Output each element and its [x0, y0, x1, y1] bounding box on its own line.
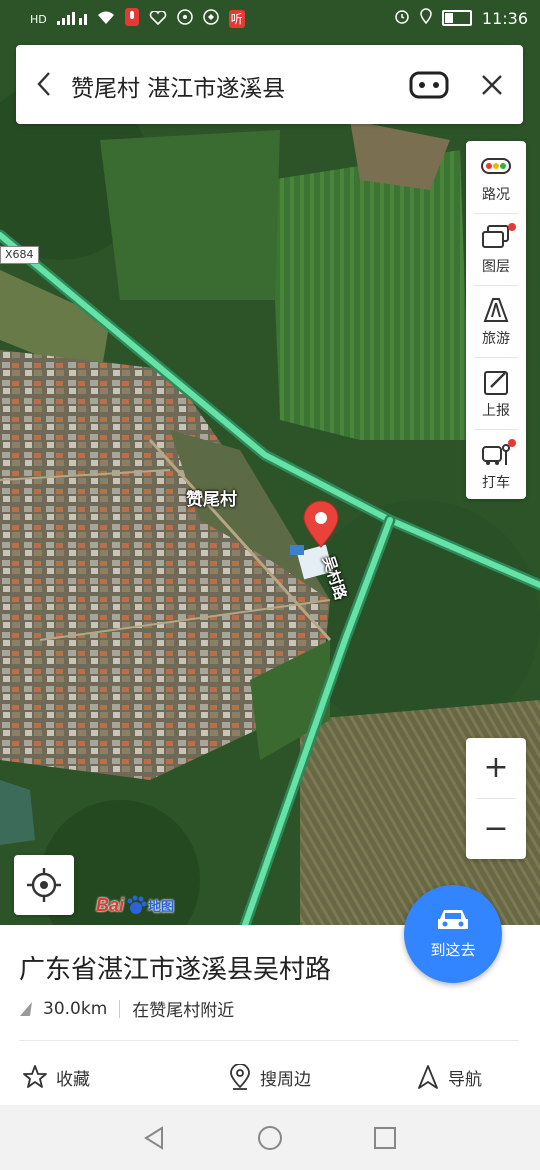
listen-app-badge: 听	[228, 10, 245, 28]
back-button[interactable]	[30, 67, 60, 101]
map-toolbar: 路况 图层 旅游 上报 打车	[466, 141, 526, 499]
layers-label: 图层	[482, 259, 510, 275]
clock: 11:36	[481, 8, 528, 28]
map-view[interactable]	[0, 0, 540, 925]
search-bar[interactable]: 赞尾村 湛江市遂溪县	[16, 45, 523, 124]
close-icon	[482, 75, 502, 95]
report-button[interactable]: 上报	[466, 357, 526, 429]
my-location-button[interactable]	[14, 855, 74, 915]
zoom-in-button[interactable]: +	[466, 738, 526, 798]
logo-text: Bai	[96, 894, 125, 915]
travel-icon	[483, 298, 509, 322]
chevron-left-icon	[37, 72, 50, 96]
layers-button[interactable]: 图层	[466, 213, 526, 285]
place-address: 广东省湛江市遂溪县吴村路	[19, 955, 332, 985]
road-shield-label: X684	[0, 246, 39, 264]
voice-assistant-button[interactable]	[409, 69, 449, 101]
traffic-button[interactable]: 路况	[466, 141, 526, 213]
location-status-icon	[420, 8, 432, 28]
status-bar: HD 听 11:36	[0, 0, 540, 36]
taxi-notification-dot	[508, 439, 516, 447]
taxi-button[interactable]: 打车	[466, 429, 526, 501]
place-meta: 30.0km 在赞尾村附近	[19, 996, 234, 1021]
favorite-button[interactable]: 收藏	[22, 1062, 90, 1092]
network-label: HD	[30, 12, 47, 26]
recents-square-icon[interactable]	[372, 1125, 398, 1151]
system-nav-bar	[0, 1105, 540, 1170]
location-pin-icon[interactable]	[302, 500, 340, 548]
zoom-control: + −	[466, 738, 526, 859]
report-icon	[484, 371, 508, 395]
village-label: 赞尾村	[186, 490, 237, 510]
search-nearby-label: 搜周边	[260, 1069, 311, 1090]
battery-icon	[441, 10, 472, 26]
heart-rate-icon	[149, 9, 167, 29]
close-button[interactable]	[476, 69, 508, 101]
crosshair-icon	[27, 868, 61, 902]
travel-label: 旅游	[482, 331, 510, 347]
nearby-text: 在赞尾村附近	[132, 1001, 235, 1021]
traffic-label: 路况	[482, 187, 510, 203]
favorite-label: 收藏	[56, 1069, 90, 1090]
layers-icon	[482, 225, 509, 248]
traffic-light-icon	[481, 158, 511, 174]
go-here-button[interactable]: 到这去	[404, 885, 502, 983]
compass-icon	[177, 9, 193, 29]
search-nearby-button[interactable]: 搜周边	[228, 1062, 311, 1092]
car-icon	[438, 910, 468, 929]
report-label: 上报	[482, 403, 510, 419]
baidu-map-logo: Bai 地图	[96, 892, 174, 918]
home-circle-icon[interactable]	[257, 1125, 283, 1151]
distance-text: 30.0km	[43, 998, 108, 1019]
map-pin-icon	[230, 1064, 250, 1090]
zoom-out-button[interactable]: −	[466, 799, 526, 859]
star-icon	[23, 1065, 47, 1088]
navigate-button[interactable]: 导航	[416, 1062, 482, 1092]
signal-icon	[56, 10, 87, 29]
taxi-icon	[482, 444, 510, 465]
direction-arrow-icon	[20, 1001, 32, 1016]
microphone-icon	[124, 8, 139, 30]
search-query-text[interactable]: 赞尾村 湛江市遂溪县	[71, 69, 285, 103]
wifi-icon	[97, 10, 115, 29]
layers-notification-dot	[508, 223, 516, 231]
navigation-icon	[418, 1065, 438, 1089]
record-icon	[203, 9, 219, 29]
taxi-label: 打车	[482, 475, 510, 491]
go-here-label: 到这去	[430, 941, 476, 959]
navigate-label: 导航	[448, 1069, 482, 1090]
travel-button[interactable]: 旅游	[466, 285, 526, 357]
robot-icon	[409, 71, 449, 99]
back-triangle-icon[interactable]	[142, 1125, 168, 1151]
alarm-icon	[394, 8, 410, 28]
paw-icon	[127, 895, 147, 914]
logo-suffix: 地图	[148, 899, 175, 915]
